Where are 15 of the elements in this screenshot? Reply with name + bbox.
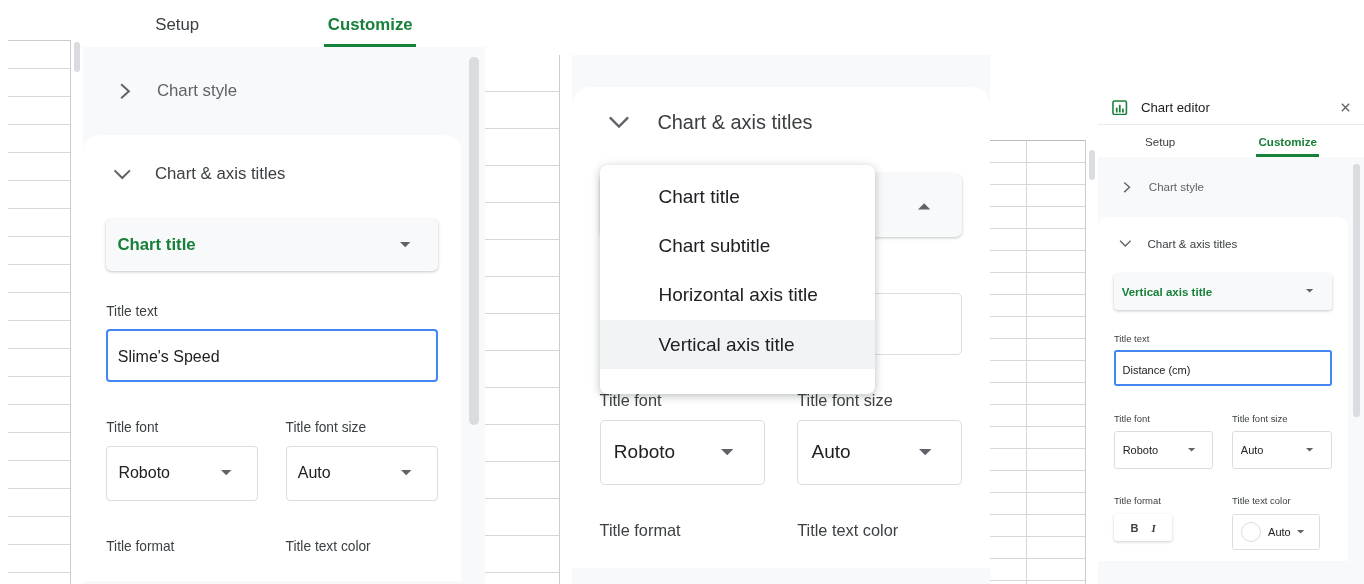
editor-title: Chart editor <box>1140 100 1211 116</box>
field-label: Title font size <box>285 420 368 436</box>
field-label: Title font <box>1113 412 1151 424</box>
field-label: Title text color <box>285 539 372 555</box>
field-label: Title font size <box>1232 412 1289 424</box>
field-label: Title format <box>1113 495 1162 507</box>
field-label: Title font <box>599 391 663 411</box>
field-label: Title text <box>106 304 159 320</box>
field-label: Title format <box>599 520 682 540</box>
field-label: Title format <box>106 539 176 555</box>
field-label: Title text <box>1113 332 1151 344</box>
field-label: Title text color <box>1232 495 1292 507</box>
field-label: Title font size <box>797 391 894 411</box>
field-label: Title font <box>106 420 160 436</box>
field-label: Title text color <box>797 520 900 540</box>
